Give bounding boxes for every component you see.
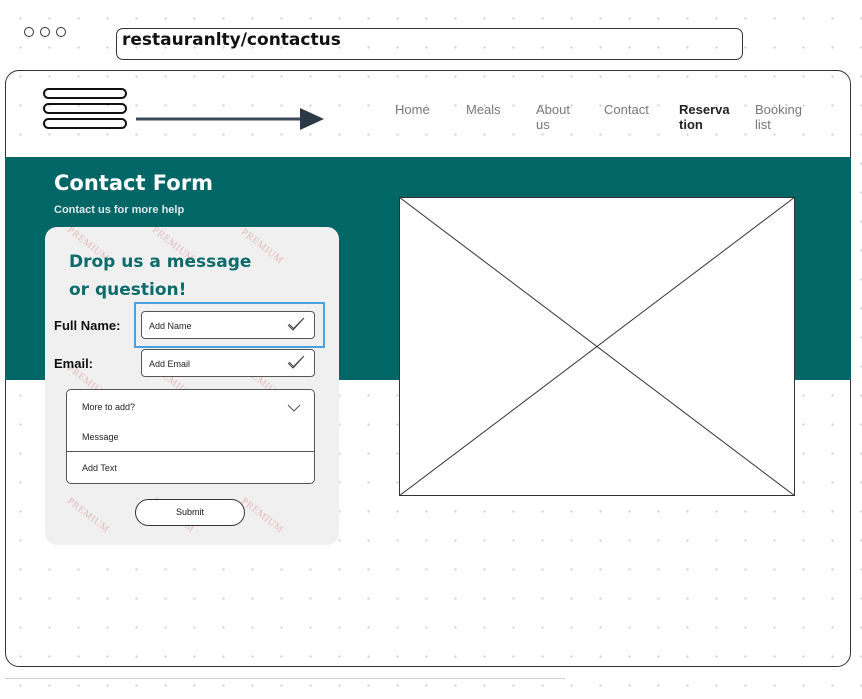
more-to-add-select[interactable]: More to add? Message	[66, 389, 315, 451]
nav-item-reservation[interactable]: Reserva tion	[679, 102, 730, 132]
window-dot-minimize[interactable]	[40, 27, 50, 37]
page-title: Contact Form	[54, 171, 213, 195]
check-icon	[287, 355, 305, 369]
menu-icon[interactable]	[43, 88, 127, 133]
select-option-message[interactable]: Message	[82, 432, 119, 442]
nav-item-meals[interactable]: Meals	[466, 102, 501, 117]
arrow-right-icon	[136, 108, 324, 130]
select-label: More to add?	[82, 402, 136, 412]
bottom-tab	[5, 678, 565, 699]
email-placeholder: Add Email	[149, 359, 191, 369]
address-bar-url: restauranlty/contactus	[122, 30, 341, 50]
image-placeholder-icon	[399, 197, 795, 496]
email-label: Email:	[54, 356, 94, 371]
text-placeholder: Add Text	[82, 463, 117, 473]
address-bar[interactable]: restauranlty/contactus	[116, 28, 743, 60]
message-text-input[interactable]: Add Text	[66, 451, 315, 484]
page-subtitle: Contact us for more help	[54, 204, 185, 216]
nav-item-booking-list[interactable]: Booking list	[755, 102, 802, 132]
email-input[interactable]: Add Email	[141, 349, 315, 377]
form-heading: Drop us a message or question!	[69, 252, 252, 300]
window-controls	[24, 27, 66, 37]
nav-item-about[interactable]: About us	[536, 102, 570, 132]
chevron-down-icon[interactable]	[287, 404, 301, 412]
focus-ring	[134, 302, 325, 348]
nav-item-contact[interactable]: Contact	[604, 102, 649, 117]
watermark: PREMIUM	[64, 495, 112, 536]
submit-button[interactable]: Submit	[135, 499, 245, 526]
nav-item-home[interactable]: Home	[395, 102, 430, 117]
full-name-label: Full Name:	[54, 318, 121, 333]
window-dot-maximize[interactable]	[56, 27, 66, 37]
watermark: PREMIUM	[238, 495, 286, 536]
window-dot-close[interactable]	[24, 27, 34, 37]
